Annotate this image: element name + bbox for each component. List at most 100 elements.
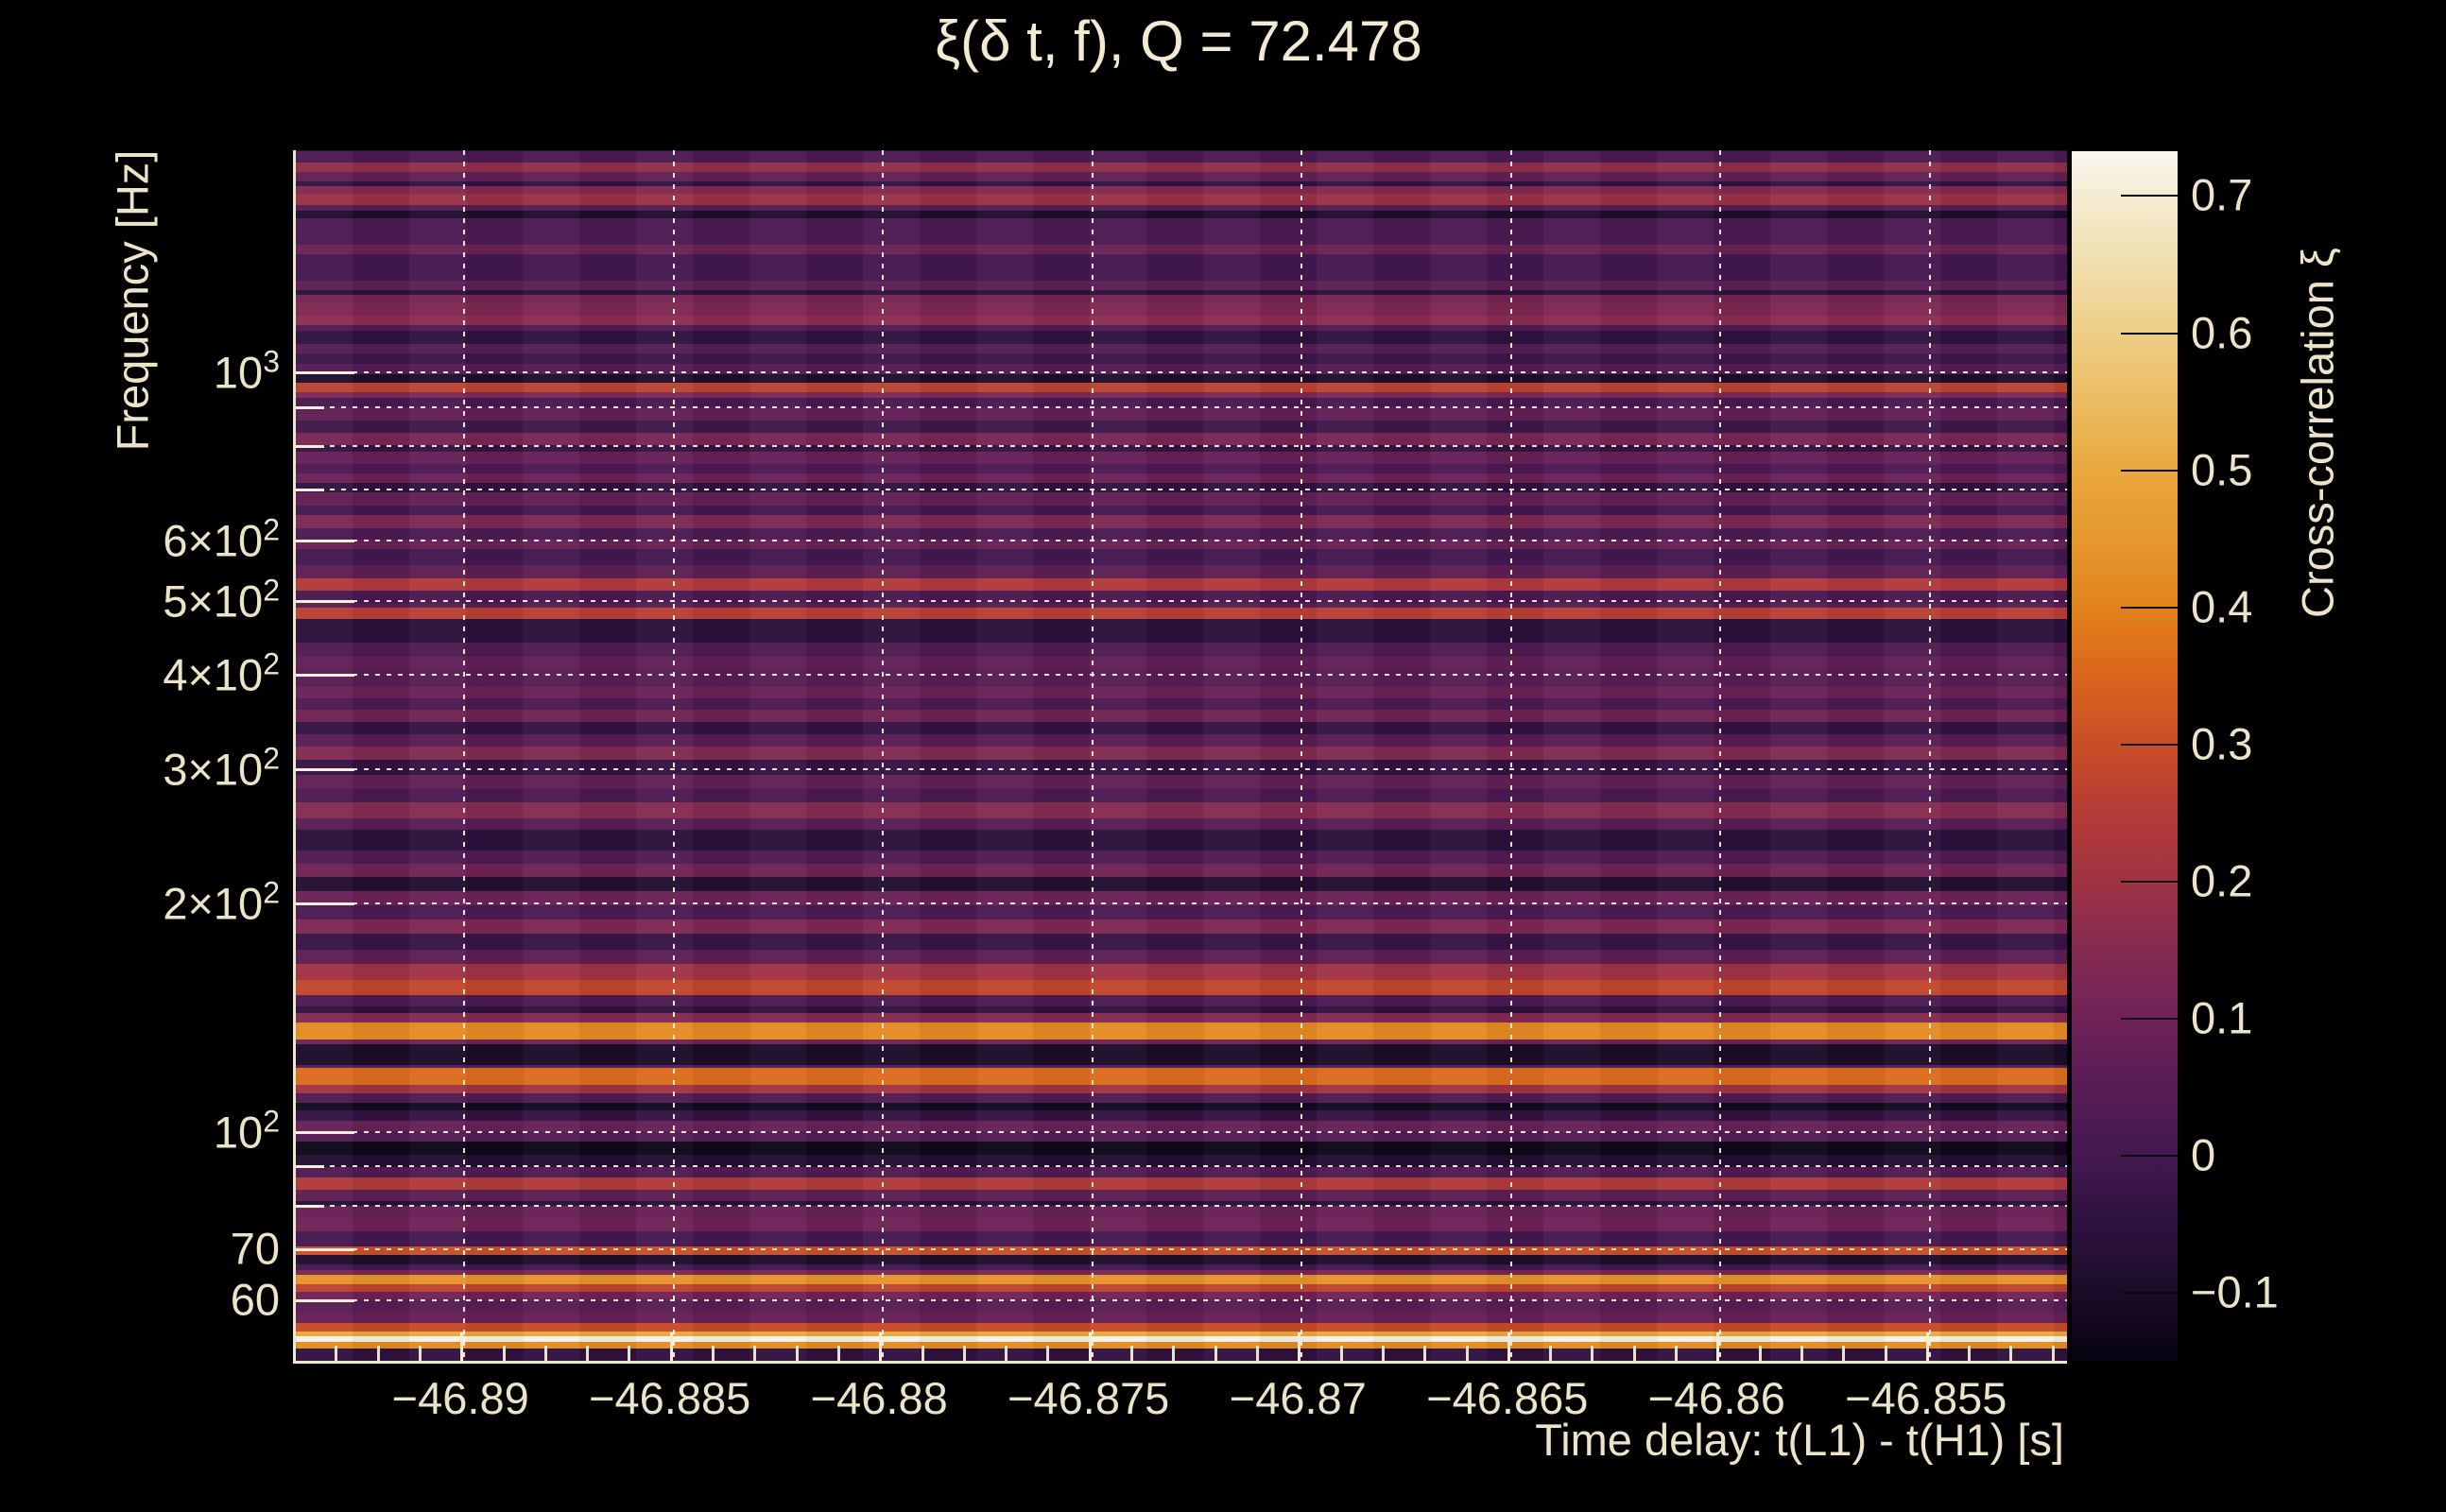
x-minor-tick: [1088, 1346, 1092, 1361]
y-tick: [296, 599, 354, 603]
x-axis-label: Time delay: t(L1) - t(H1) [s]: [1535, 1415, 2064, 1465]
colorbar-tick: [2121, 195, 2178, 198]
y-tick: [296, 1248, 354, 1252]
gridline-horizontal: [296, 1204, 2067, 1207]
colorbar-label: Cross-correlation ξ: [2292, 248, 2343, 618]
x-minor-tick: [1800, 1346, 1803, 1361]
x-minor-tick: [2051, 1346, 2055, 1361]
colorbar-tick: [2121, 606, 2178, 609]
heatmap-plot: [293, 150, 2067, 1364]
x-minor-tick: [1675, 1346, 1678, 1361]
x-minor-tick: [836, 1346, 840, 1361]
x-minor-tick: [1005, 1346, 1008, 1361]
gridline-horizontal: [296, 673, 2067, 676]
chart-title: ξ(δ t, f), Q = 72.478: [935, 9, 1422, 73]
x-minor-tick: [335, 1346, 338, 1361]
gridline-horizontal: [296, 599, 2067, 602]
y-tick-label: 2×102: [163, 875, 280, 929]
colorbar-tick-label: 0.4: [2191, 581, 2253, 632]
x-minor-tick: [1591, 1346, 1594, 1361]
x-minor-tick: [1507, 1346, 1510, 1361]
x-minor-tick: [879, 1346, 883, 1361]
x-minor-tick: [293, 1346, 296, 1361]
x-minor-tick: [1716, 1346, 1720, 1361]
x-minor-tick: [1549, 1346, 1553, 1361]
x-minor-tick: [669, 1346, 673, 1361]
x-minor-tick: [1758, 1346, 1762, 1361]
x-minor-tick: [1465, 1346, 1469, 1361]
x-minor-tick: [1130, 1346, 1134, 1361]
gridline-vertical: [672, 150, 675, 1361]
colorbar-tick-label: 0.1: [2191, 992, 2253, 1043]
x-minor-tick: [543, 1346, 547, 1361]
y-tick: [296, 405, 324, 409]
gridline-vertical: [1719, 150, 1722, 1361]
gridline-vertical: [1091, 150, 1094, 1361]
gridline-vertical: [1301, 150, 1303, 1361]
x-minor-tick: [1842, 1346, 1846, 1361]
x-minor-tick: [921, 1346, 924, 1361]
x-minor-tick: [1298, 1346, 1301, 1361]
x-minor-tick: [1925, 1346, 1929, 1361]
y-tick: [296, 444, 324, 448]
y-tick: [296, 1299, 354, 1302]
x-minor-tick: [2009, 1346, 2013, 1361]
colorbar-tick: [2121, 1018, 2178, 1021]
gridline-horizontal: [296, 405, 2067, 408]
x-minor-tick: [1339, 1346, 1343, 1361]
colorbar-tick: [2121, 332, 2178, 335]
y-tick-label: 4×102: [163, 646, 280, 700]
gridline-horizontal: [296, 1130, 2067, 1133]
gridline-horizontal: [296, 1165, 2067, 1168]
x-minor-tick: [1632, 1346, 1636, 1361]
x-minor-tick: [628, 1346, 631, 1361]
y-tick-label: 70: [230, 1223, 280, 1274]
colorbar-tick: [2121, 1292, 2178, 1295]
x-minor-tick: [376, 1346, 380, 1361]
colorbar-tick-label: 0.6: [2191, 307, 2253, 358]
gridline-vertical: [463, 150, 466, 1361]
y-tick: [296, 489, 324, 492]
figure: ξ(δ t, f), Q = 72.478 Frequency [Hz] −46…: [0, 0, 2446, 1512]
colorbar-tick-label: −0.1: [2191, 1266, 2279, 1317]
x-minor-tick: [460, 1346, 464, 1361]
y-tick: [296, 902, 354, 905]
gridline-horizontal: [296, 902, 2067, 904]
y-tick: [296, 1165, 324, 1169]
colorbar-tick-label: 0.2: [2191, 855, 2253, 906]
x-minor-tick: [1172, 1346, 1176, 1361]
x-minor-tick: [418, 1346, 422, 1361]
x-minor-tick: [1381, 1346, 1385, 1361]
x-minor-tick: [586, 1346, 590, 1361]
gridline-horizontal: [296, 1299, 2067, 1301]
colorbar-tick: [2121, 469, 2178, 472]
x-minor-tick: [1046, 1346, 1050, 1361]
colorbar-tick: [2121, 1155, 2178, 1158]
gridline-vertical: [1928, 150, 1931, 1361]
gridline-horizontal: [296, 370, 2067, 373]
y-tick-label: 5×102: [163, 573, 280, 627]
colorbar-tick: [2121, 743, 2178, 746]
y-tick-label: 3×102: [163, 741, 280, 795]
x-minor-tick: [1884, 1346, 1887, 1361]
gridline-horizontal: [296, 540, 2067, 542]
y-tick: [296, 768, 354, 772]
y-tick: [296, 673, 354, 677]
x-minor-tick: [1968, 1346, 1972, 1361]
x-minor-tick: [1423, 1346, 1427, 1361]
gridline-horizontal: [296, 489, 2067, 491]
x-minor-tick: [753, 1346, 757, 1361]
gridline-horizontal: [296, 1248, 2067, 1251]
y-tick-label: 103: [213, 344, 280, 398]
x-minor-tick: [1256, 1346, 1259, 1361]
x-minor-tick: [962, 1346, 966, 1361]
y-tick: [296, 1130, 354, 1134]
y-tick: [296, 370, 354, 374]
x-minor-tick: [1214, 1346, 1217, 1361]
gridline-vertical: [1509, 150, 1512, 1361]
x-minor-tick: [502, 1346, 506, 1361]
y-axis-label: Frequency [Hz]: [107, 149, 158, 452]
y-tick-label: 60: [230, 1274, 280, 1325]
y-tick: [296, 1204, 324, 1208]
y-tick-label: 102: [213, 1104, 280, 1157]
